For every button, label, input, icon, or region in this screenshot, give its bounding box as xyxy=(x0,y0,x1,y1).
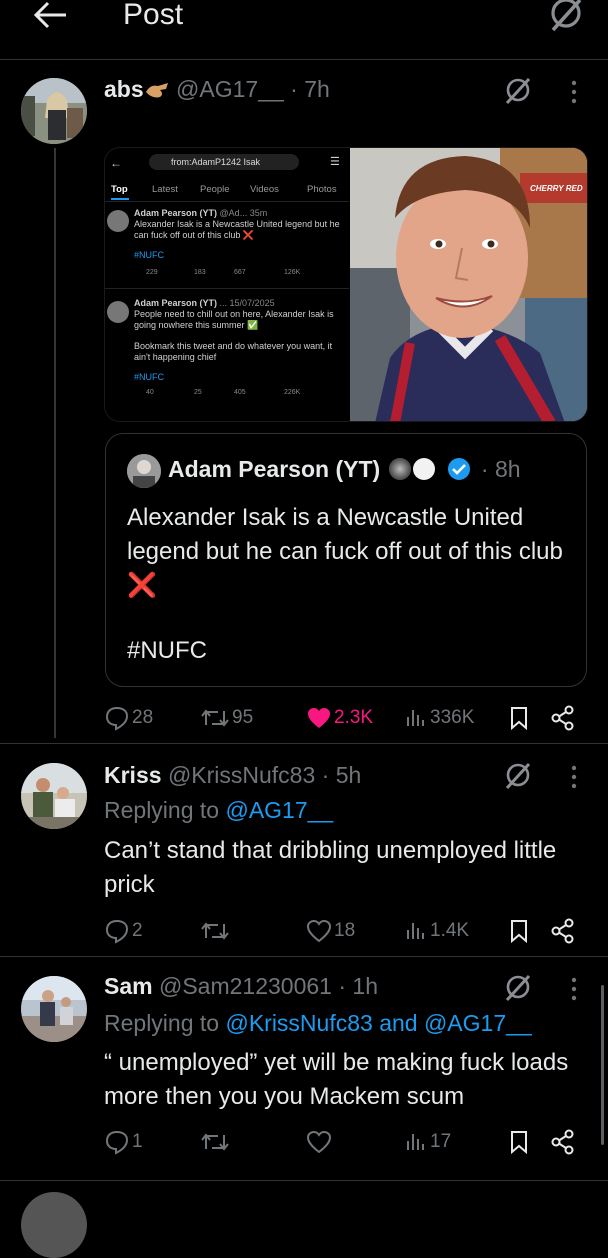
share-button[interactable] xyxy=(550,703,578,733)
grok-icon[interactable] xyxy=(546,0,586,36)
heart-icon xyxy=(306,1130,332,1154)
handle[interactable]: @KrissNufc83 xyxy=(168,762,315,788)
share-button[interactable] xyxy=(550,1127,578,1157)
handle[interactable]: @Sam21230061 xyxy=(159,973,332,999)
like-button[interactable]: 2.3K xyxy=(306,703,373,733)
avatar[interactable] xyxy=(21,976,87,1042)
divider xyxy=(0,1180,608,1181)
quoted-post[interactable]: Adam Pearson (YT) · 8h Alexander Isak is… xyxy=(105,433,587,687)
replying-to: Replying to @AG17__ xyxy=(104,797,334,823)
heart-icon xyxy=(306,919,332,943)
back-arrow-icon: ← xyxy=(110,156,122,170)
display-name[interactable]: Kriss xyxy=(104,762,162,788)
share-icon xyxy=(551,1129,574,1155)
hashtag[interactable]: #NUFC xyxy=(127,634,207,668)
share-icon xyxy=(551,705,574,731)
mention-link[interactable]: @KrissNufc83 and @AG17__ xyxy=(225,1010,531,1036)
reply-text: Can’t stand that dribbling unemployed li… xyxy=(104,837,557,898)
display-name[interactable]: Sam xyxy=(104,973,153,999)
quote-header: Adam Pearson (YT) · 8h xyxy=(168,456,521,488)
reply-text: “ unemployed” yet will be making fuck lo… xyxy=(104,1049,569,1110)
views-button[interactable]: 1.4K xyxy=(404,916,469,946)
reply-actions: 1 17 xyxy=(104,1127,580,1157)
bookmark-icon xyxy=(511,1131,527,1155)
reply-icon xyxy=(105,1130,129,1155)
replying-to: Replying to @KrissNufc83 and @AG17__ xyxy=(104,1010,532,1036)
timestamp[interactable]: 5h xyxy=(336,762,362,788)
like-button[interactable] xyxy=(306,1127,334,1157)
bookmark-button[interactable] xyxy=(508,1127,532,1157)
search-result-tweet: Adam Pearson (YT) @Ad... 35m Alexander I… xyxy=(134,208,340,276)
like-button[interactable]: 18 xyxy=(306,916,355,946)
more-options-icon[interactable] xyxy=(569,974,579,1004)
hand-emoji-icon xyxy=(144,79,170,99)
sign-text: CHERRY RED xyxy=(530,184,583,193)
more-options-icon[interactable] xyxy=(569,762,579,792)
handle[interactable]: @AG17__ xyxy=(176,76,284,102)
views-icon xyxy=(407,923,424,939)
avatar xyxy=(107,301,129,323)
bookmark-button[interactable] xyxy=(508,703,532,733)
timestamp[interactable]: 7h xyxy=(304,76,330,102)
avatar[interactable] xyxy=(21,78,87,144)
avatar xyxy=(107,210,129,232)
page-title: Post xyxy=(123,0,184,31)
repost-button[interactable] xyxy=(200,916,232,946)
reply-button[interactable]: 2 xyxy=(104,916,143,946)
post-header: abs @AG17__ · 7h xyxy=(104,76,330,102)
views-button[interactable]: 17 xyxy=(404,1127,451,1157)
display-name: Adam Pearson (YT) xyxy=(168,456,381,482)
selfie-photo: CHERRY RED xyxy=(350,148,587,421)
grok-icon[interactable] xyxy=(503,973,533,1003)
bookmark-icon xyxy=(511,920,527,944)
more-options-icon[interactable] xyxy=(569,77,579,107)
repost-button[interactable] xyxy=(200,1127,232,1157)
filter-icon: ☰ xyxy=(330,156,340,168)
timestamp: 8h xyxy=(495,456,521,482)
scrollbar[interactable] xyxy=(601,985,604,1145)
badge-icons xyxy=(387,456,475,488)
post-media[interactable]: ← from:AdamP1242 Isak ☰ Top Latest Peopl… xyxy=(104,147,588,422)
share-button[interactable] xyxy=(550,916,578,946)
reply-actions: 2 18 1.4K xyxy=(104,916,580,946)
grok-icon[interactable] xyxy=(503,761,533,791)
screenshot-image: ← from:AdamP1242 Isak ☰ Top Latest Peopl… xyxy=(105,148,349,421)
reply-header: Sam @Sam21230061 · 1h xyxy=(104,973,379,999)
reply-button[interactable]: 1 xyxy=(104,1127,143,1157)
avatar xyxy=(127,454,161,488)
divider xyxy=(0,743,608,744)
grok-icon[interactable] xyxy=(503,76,533,106)
repost-icon xyxy=(201,1133,229,1151)
views-icon xyxy=(407,1134,424,1150)
avatar[interactable] xyxy=(21,1192,87,1258)
arrow-left-icon[interactable] xyxy=(30,0,70,32)
reply-header: Kriss @KrissNufc83 · 5h xyxy=(104,762,362,788)
repost-button[interactable]: 95 xyxy=(200,703,253,733)
reply-icon xyxy=(105,706,129,731)
quote-text: Alexander Isak is a Newcastle United leg… xyxy=(127,504,563,599)
reply-button[interactable]: 28 xyxy=(104,703,153,733)
repost-icon xyxy=(201,709,229,727)
top-bar: Post xyxy=(0,0,608,60)
mention-link[interactable]: @AG17__ xyxy=(225,797,333,823)
heart-filled-icon xyxy=(308,708,330,728)
display-name[interactable]: abs xyxy=(104,76,144,102)
views-icon xyxy=(407,710,424,726)
thread-line xyxy=(54,148,56,738)
post-actions: 28 95 2.3K 336K xyxy=(104,703,580,733)
avatar[interactable] xyxy=(21,763,87,829)
search-box: from:AdamP1242 Isak xyxy=(149,154,299,170)
reply-icon xyxy=(105,919,129,944)
bookmark-icon xyxy=(511,707,527,731)
bookmark-button[interactable] xyxy=(508,916,532,946)
views-button[interactable]: 336K xyxy=(404,703,474,733)
share-icon xyxy=(551,918,574,944)
repost-icon xyxy=(201,922,229,940)
search-result-tweet: Adam Pearson (YT) ... 15/07/2025 People … xyxy=(134,298,334,396)
divider xyxy=(0,956,608,957)
timestamp[interactable]: 1h xyxy=(352,973,378,999)
